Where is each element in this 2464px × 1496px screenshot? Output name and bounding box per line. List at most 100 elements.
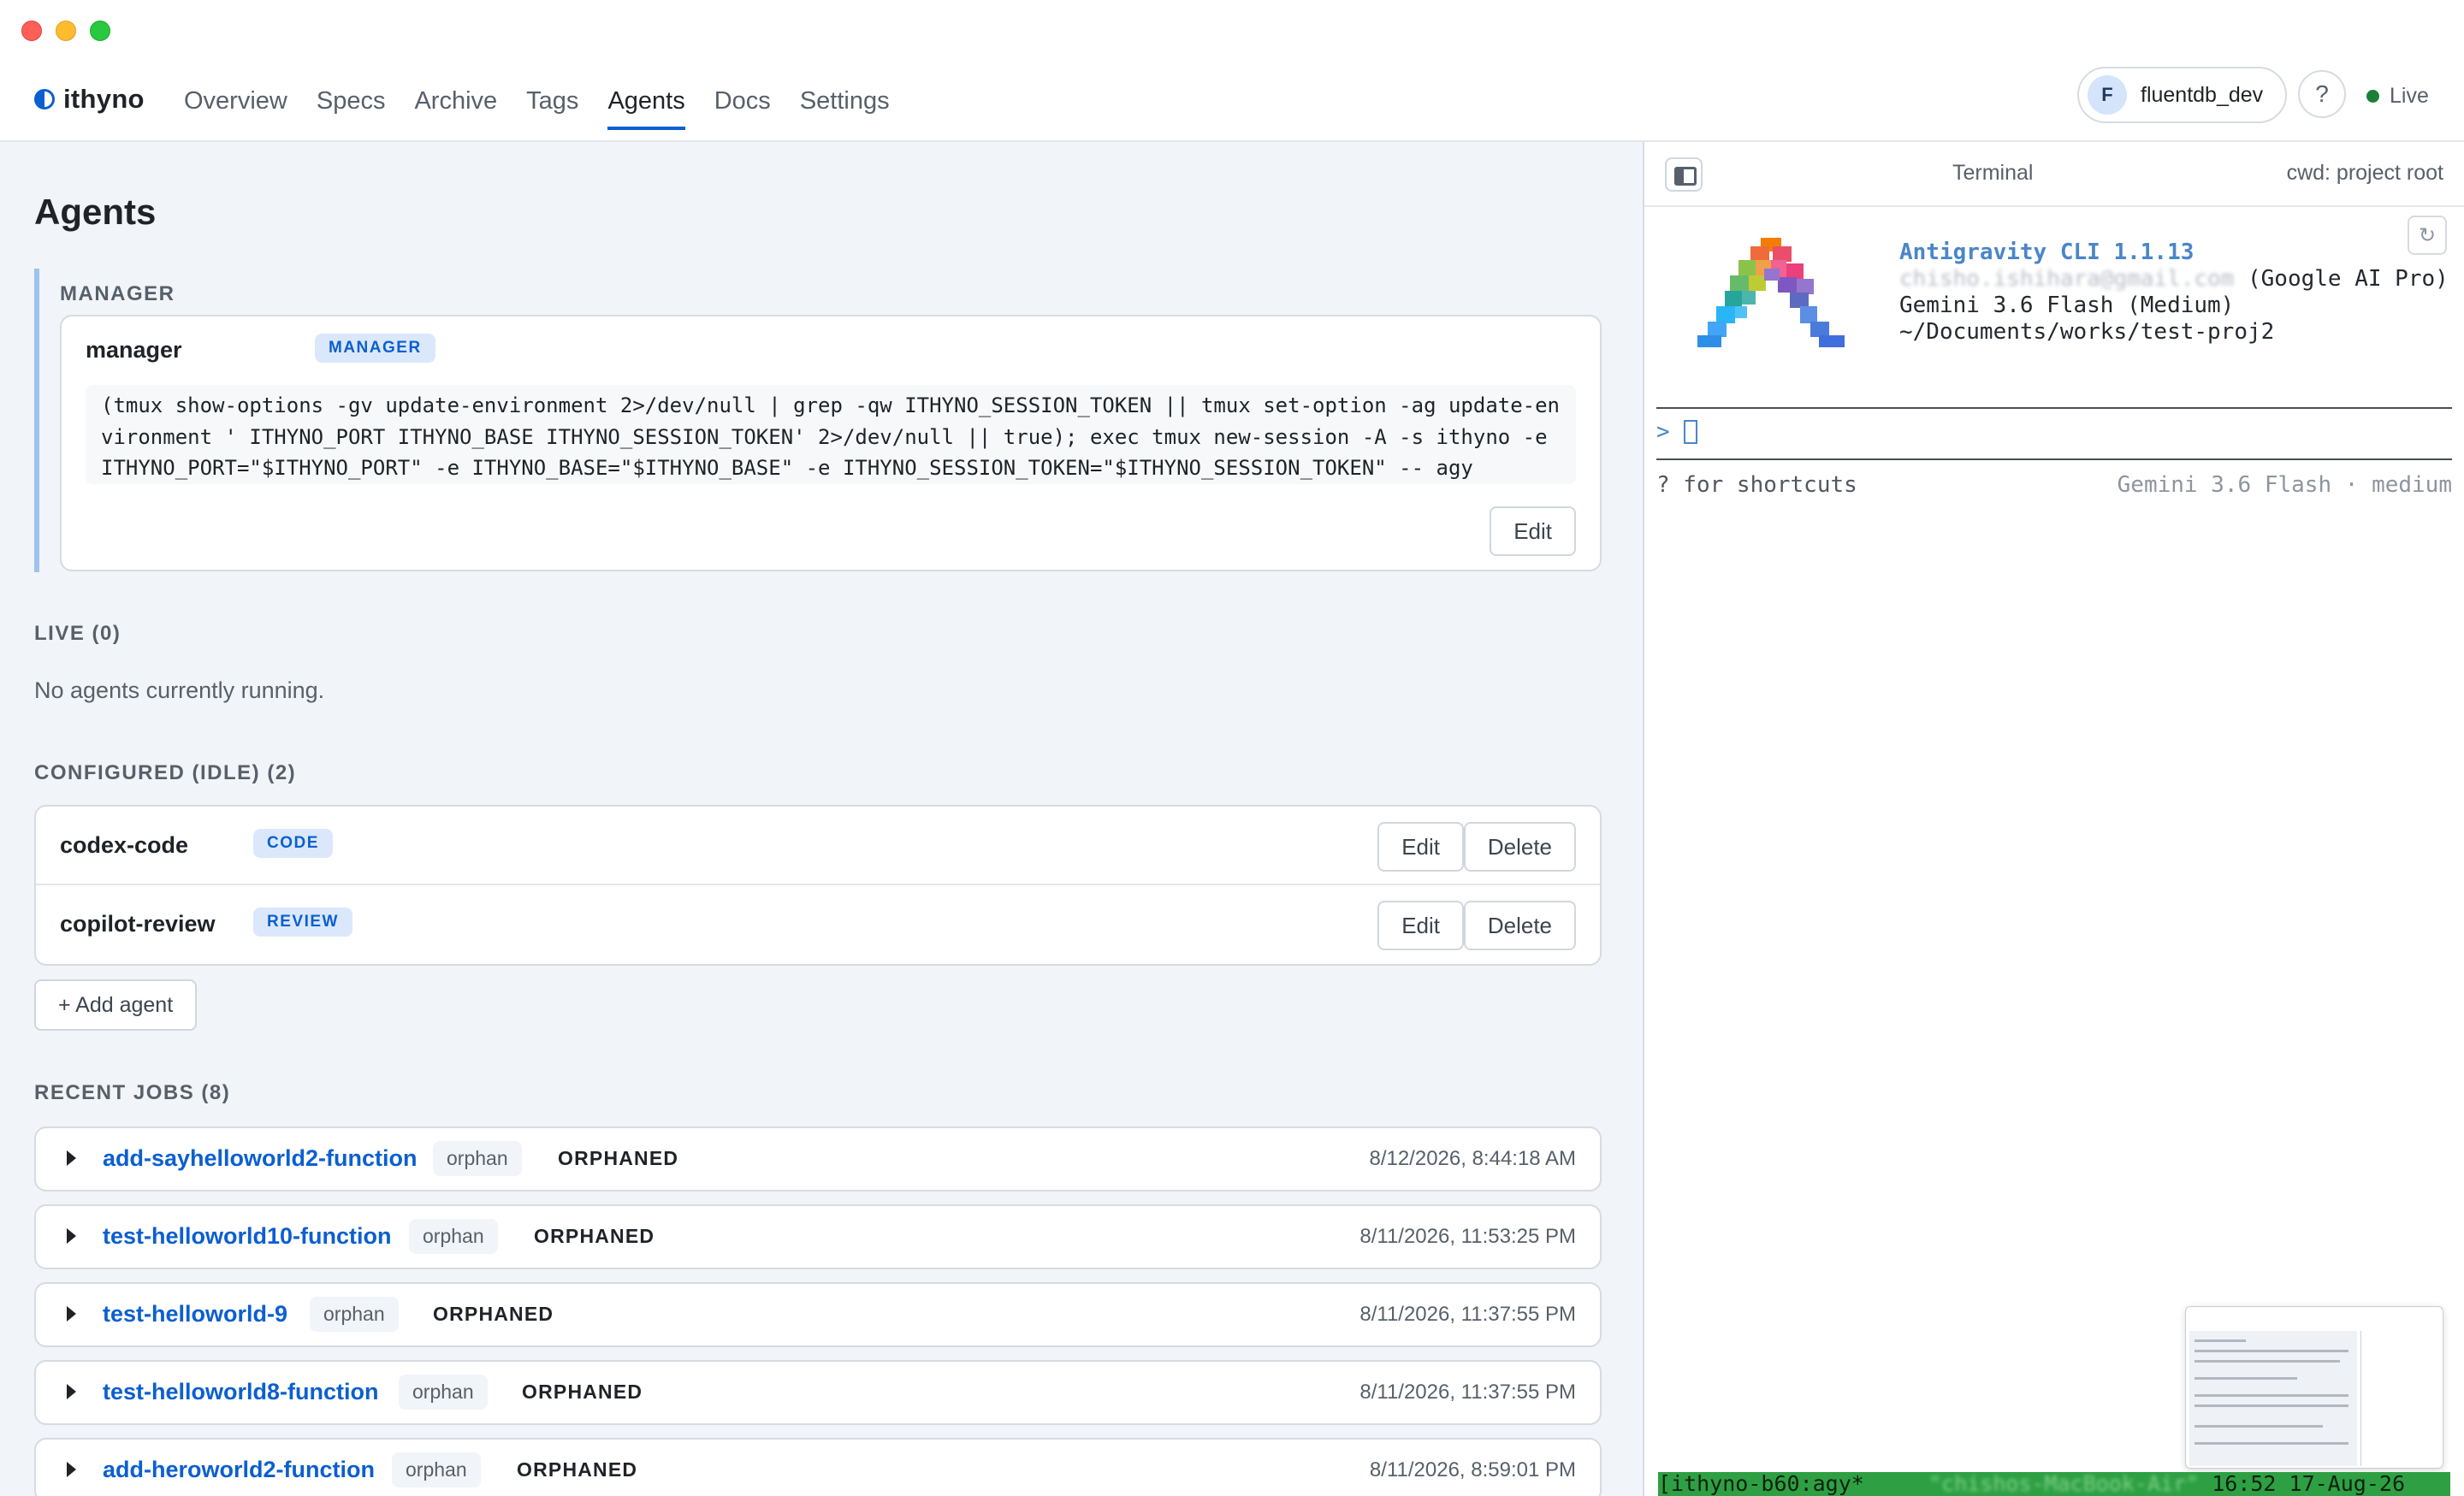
help-button[interactable]: ?: [2298, 70, 2346, 118]
terminal-header: Terminal cwd: project root: [1644, 142, 2464, 207]
account-email: chisho.ishihara@gmail.com: [1899, 266, 2235, 292]
tmux-host: "chishos-MacBook-Air": [1928, 1472, 2200, 1496]
job-time: 8/11/2026, 11:37:55 PM: [1359, 1303, 1576, 1326]
manager-agent-name: manager: [86, 337, 182, 363]
terminal-pane: Terminal cwd: project root ↻ Antigravity…: [1644, 142, 2464, 1496]
sidebar-toggle-icon[interactable]: [1665, 157, 1703, 192]
job-time: 8/11/2026, 8:59:01 PM: [1369, 1458, 1576, 1481]
job-name[interactable]: add-heroworld2-function: [103, 1457, 375, 1483]
user-name: fluentdb_dev: [2141, 82, 2264, 107]
nav-archive[interactable]: Archive: [414, 77, 497, 130]
recent-jobs-section-label: RECENT JOBS (8): [34, 1081, 231, 1104]
cli-model: Gemini 3.6 Flash (Medium): [1899, 293, 2235, 318]
expand-caret-icon[interactable]: [67, 1306, 76, 1322]
thumbnail-line: [2194, 1394, 2348, 1397]
job-row[interactable]: add-heroworld2-function orphan ORPHANED …: [34, 1438, 1602, 1496]
job-status: ORPHANED: [534, 1225, 655, 1247]
expand-caret-icon[interactable]: [67, 1384, 76, 1399]
thumbnail-line: [2194, 1350, 2348, 1352]
terminal-divider: [1656, 458, 2452, 460]
window-titlebar: [0, 0, 2464, 62]
job-row[interactable]: test-helloworld8-function orphan ORPHANE…: [34, 1360, 1602, 1425]
antigravity-logo-icon: [1697, 238, 1845, 347]
job-time: 8/12/2026, 8:44:18 AM: [1369, 1147, 1576, 1170]
account-plan: (Google AI Pro): [2248, 266, 2449, 292]
job-row[interactable]: test-helloworld10-function orphan ORPHAN…: [34, 1204, 1602, 1269]
prompt-symbol: >: [1656, 419, 1670, 445]
job-status: ORPHANED: [558, 1147, 679, 1169]
manager-command: (tmux show-options -gv update-environmen…: [86, 385, 1576, 484]
cli-account: chisho.ishihara@gmail.com (Google AI Pro…: [1899, 266, 2449, 293]
avatar: F: [2088, 75, 2127, 115]
nav-docs[interactable]: Docs: [714, 77, 771, 130]
expand-caret-icon[interactable]: [67, 1462, 76, 1477]
window-minimize-button[interactable]: [56, 21, 76, 41]
expand-caret-icon[interactable]: [67, 1228, 76, 1244]
agents-page: Agents MANAGER manager MANAGER (tmux sho…: [0, 142, 1643, 1496]
manager-edit-button[interactable]: Edit: [1490, 506, 1576, 556]
page-title: Agents: [34, 192, 157, 232]
expand-caret-icon[interactable]: [67, 1150, 76, 1166]
thumbnail-line: [2194, 1339, 2246, 1342]
cli-path: ~/Documents/works/test-proj2: [1899, 319, 2275, 345]
job-time: 8/11/2026, 11:53:25 PM: [1359, 1225, 1576, 1248]
thumbnail-right-pane: [2360, 1331, 2441, 1466]
window-close-button[interactable]: [21, 21, 42, 41]
job-name[interactable]: test-helloworld-9: [103, 1301, 287, 1327]
job-tag: orphan: [310, 1297, 399, 1332]
nav-specs[interactable]: Specs: [317, 77, 386, 130]
user-menu-button[interactable]: F fluentdb_dev: [2077, 67, 2288, 123]
nav-tags[interactable]: Tags: [526, 77, 578, 130]
delete-agent-button[interactable]: Delete: [1463, 901, 1576, 950]
agent-name: copilot-review: [60, 911, 216, 937]
edit-agent-button[interactable]: Edit: [1377, 822, 1464, 872]
tmux-session: [ithyno-b60:agy*: [1658, 1472, 1864, 1496]
job-status: ORPHANED: [433, 1303, 554, 1325]
window-maximize-button[interactable]: [90, 21, 110, 41]
agent-name: codex-code: [60, 832, 189, 858]
job-row[interactable]: add-sayhelloworld2-function orphan ORPHA…: [34, 1126, 1602, 1191]
half-circle-logo-icon: [34, 89, 55, 109]
thumbnail-line: [2194, 1425, 2323, 1428]
manager-role-badge: MANAGER: [315, 334, 435, 363]
manager-section-label: MANAGER: [60, 282, 175, 305]
delete-agent-button[interactable]: Delete: [1463, 822, 1576, 872]
brand[interactable]: ithyno: [34, 80, 145, 118]
cli-title: Antigravity CLI 1.1.13: [1899, 239, 2194, 265]
configured-section-label: CONFIGURED (IDLE) (2): [34, 761, 297, 784]
manager-section: MANAGER manager MANAGER (tmux show-optio…: [34, 269, 1602, 572]
status-dot-icon: [2366, 89, 2379, 103]
tmux-time: 16:52 17-Aug-26: [2199, 1472, 2405, 1496]
thumbnail-line: [2194, 1404, 2348, 1407]
thumbnail-left-pane: [2189, 1331, 2357, 1466]
job-row[interactable]: test-helloworld-9 orphan ORPHANED 8/11/2…: [34, 1282, 1602, 1347]
job-tag: orphan: [392, 1452, 481, 1487]
job-name[interactable]: test-helloworld10-function: [103, 1223, 392, 1250]
tmux-status-bar: [ithyno-b60:agy* "chishos-MacBook-Air" 1…: [1658, 1472, 2450, 1496]
live-empty-text: No agents currently running.: [34, 677, 325, 703]
job-tag: orphan: [399, 1375, 488, 1410]
model-status: Gemini 3.6 Flash · medium: [2117, 472, 2452, 498]
terminal-cursor[interactable]: [1684, 420, 1697, 444]
job-name[interactable]: test-helloworld8-function: [103, 1379, 378, 1405]
terminal-cwd: cwd: project root: [2286, 161, 2443, 185]
manager-card: manager MANAGER (tmux show-options -gv u…: [60, 315, 1602, 571]
screenshot-thumbnail[interactable]: [2185, 1306, 2443, 1469]
app-header: ithyno Overview Specs Archive Tags Agent…: [0, 62, 2464, 142]
main-nav: Overview Specs Archive Tags Agents Docs …: [184, 77, 919, 130]
job-status: ORPHANED: [517, 1458, 638, 1481]
thumbnail-line: [2194, 1360, 2340, 1363]
nav-settings[interactable]: Settings: [800, 77, 890, 130]
add-agent-button[interactable]: + Add agent: [34, 979, 198, 1031]
terminal-divider: [1656, 407, 2452, 409]
brand-name: ithyno: [63, 84, 145, 114]
thumbnail-line: [2194, 1442, 2348, 1445]
edit-agent-button[interactable]: Edit: [1377, 901, 1464, 950]
shortcuts-hint: ? for shortcuts: [1656, 472, 1857, 498]
job-name[interactable]: add-sayhelloworld2-function: [103, 1145, 418, 1172]
nav-overview[interactable]: Overview: [184, 77, 287, 130]
list-item: codex-code CODE Edit Delete: [36, 807, 1600, 885]
nav-agents[interactable]: Agents: [607, 77, 685, 130]
connection-status: Live: [2366, 80, 2429, 111]
configured-agents-list: codex-code CODE Edit Delete copilot-revi…: [34, 805, 1602, 966]
